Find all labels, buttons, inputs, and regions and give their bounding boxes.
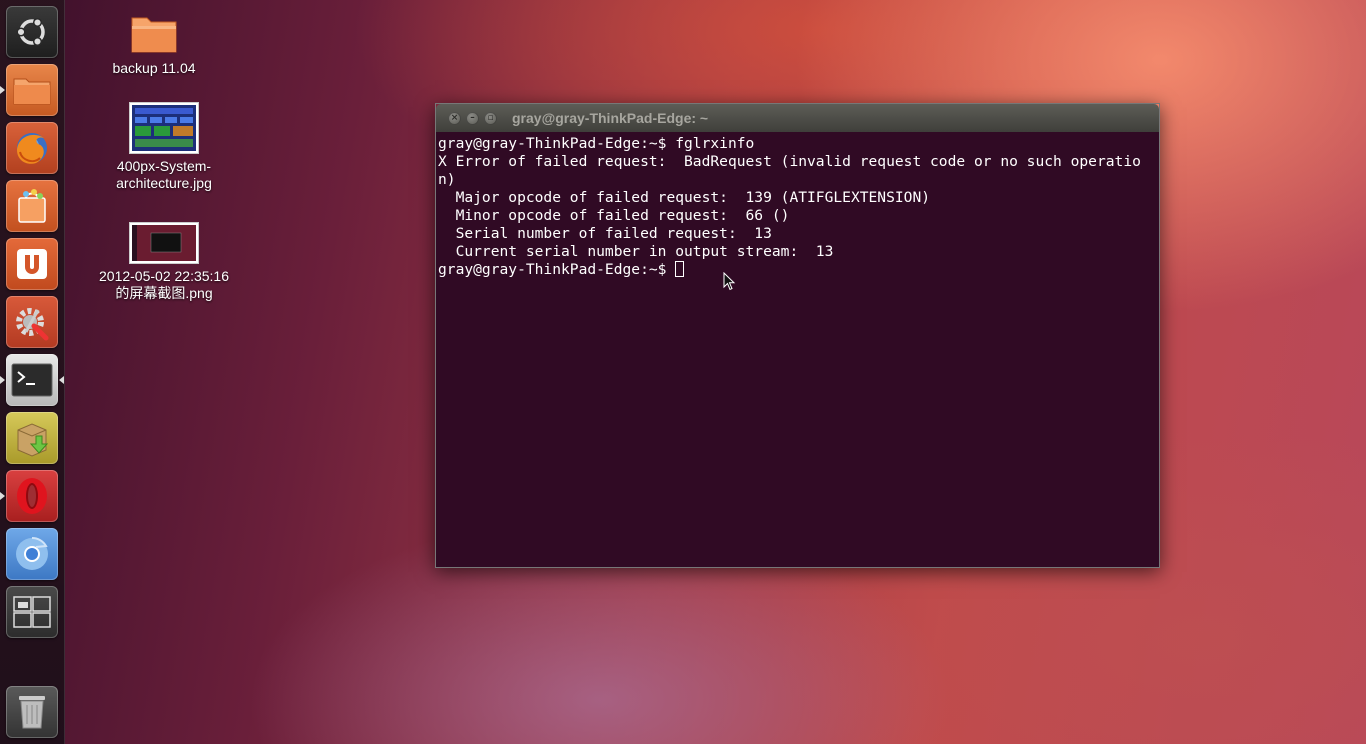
terminal-line: Major opcode of failed request: 139 (ATI… [438, 189, 931, 206]
archive-manager-button[interactable] [6, 412, 58, 464]
shopping-bag-icon [18, 189, 46, 223]
mouse-pointer-icon [723, 272, 736, 291]
ubuntu-one-button[interactable] [6, 238, 58, 290]
ubuntu-one-icon [17, 249, 47, 279]
desktop-icon-screenshot-image[interactable]: 2012-05-02 22:35:16 的屏幕截图.png [94, 222, 234, 302]
dash-home-button[interactable] [6, 6, 58, 58]
close-button[interactable]: × [448, 112, 461, 125]
settings-wrench-icon [16, 308, 49, 341]
desktop-icon-system-architecture-image[interactable]: 400px-System- architecture.jpg [94, 102, 234, 192]
close-icon: × [450, 113, 459, 123]
running-indicator [0, 376, 5, 384]
focused-indicator [59, 376, 64, 384]
running-indicator [0, 492, 5, 500]
terminal-line: Minor opcode of failed request: 66 () [438, 207, 790, 224]
home-folder-button[interactable] [6, 64, 58, 116]
desktop-icon-label: 400px-System- [116, 158, 212, 174]
workspace-switcher-button[interactable] [6, 586, 58, 638]
terminal-prompt: gray@gray-ThinkPad-Edge:~$ [438, 261, 676, 278]
terminal-output[interactable]: gray@gray-ThinkPad-Edge:~$ fglrxinfo X Er… [436, 132, 1159, 567]
terminal-line: n) [438, 171, 456, 188]
terminal-button[interactable] [6, 354, 58, 406]
launcher [0, 0, 65, 744]
opera-button[interactable] [6, 470, 58, 522]
folder-icon [13, 78, 51, 105]
maximize-button[interactable]: ▫ [484, 112, 497, 125]
ubuntu-logo-icon [16, 17, 45, 47]
running-indicator [0, 86, 5, 94]
workspaces-icon [13, 596, 51, 628]
desktop-icon-label: backup 11.04 [112, 60, 196, 76]
image-thumbnail-icon [129, 102, 199, 154]
terminal-line: gray@gray-ThinkPad-Edge:~$ fglrxinfo [438, 135, 755, 152]
window-titlebar[interactable]: × – ▫ gray@gray-ThinkPad-Edge: ~ [436, 104, 1159, 132]
firefox-icon [17, 133, 47, 164]
chromium-icon [16, 536, 48, 570]
terminal-window[interactable]: × – ▫ gray@gray-ThinkPad-Edge: ~ gray@gr… [435, 103, 1160, 568]
software-center-button[interactable] [6, 180, 58, 232]
window-title: gray@gray-ThinkPad-Edge: ~ [512, 110, 709, 126]
trash-icon [19, 696, 45, 729]
firefox-button[interactable] [6, 122, 58, 174]
screenshot-thumbnail-icon [129, 222, 199, 264]
system-settings-button[interactable] [6, 296, 58, 348]
minimize-icon: – [470, 113, 475, 123]
terminal-prompt-line[interactable]: gray@gray-ThinkPad-Edge:~$ [438, 261, 1159, 279]
terminal-line: X Error of failed request: BadRequest (i… [438, 153, 1141, 170]
text-cursor [675, 261, 685, 277]
maximize-icon: ▫ [487, 113, 494, 123]
trash-button[interactable] [6, 686, 58, 738]
chromium-button[interactable] [6, 528, 58, 580]
terminal-icon [11, 363, 53, 397]
minimize-button[interactable]: – [466, 112, 479, 125]
opera-icon [17, 478, 47, 514]
desktop-icon-backup-folder[interactable]: backup 11.04 [84, 14, 224, 77]
folder-icon [131, 17, 177, 53]
desktop-icon-label: architecture.jpg [116, 175, 212, 191]
package-download-icon [17, 423, 49, 457]
desktop-icon-label: 2012-05-02 22:35:16 [99, 268, 229, 284]
terminal-line: Serial number of failed request: 13 [438, 225, 772, 242]
terminal-line: Current serial number in output stream: … [438, 243, 834, 260]
desktop-icon-label: 的屏幕截图.png [115, 285, 213, 301]
